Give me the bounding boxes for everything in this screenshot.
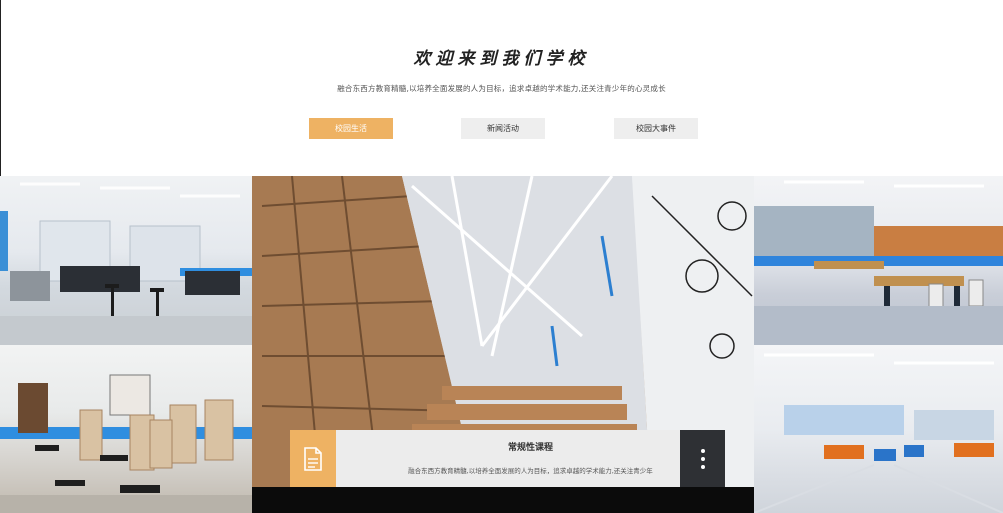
page-subtitle: 融合东西方教育精髓,以培养全面发展的人为目标，追求卓越的学术能力,还关注青少年的… xyxy=(337,84,666,93)
welcome-section: 欢迎来到我们学校 融合东西方教育精髓,以培养全面发展的人为目标，追求卓越的学术能… xyxy=(0,0,1003,176)
featured-caption-card: 常规性课程 融合东西方教育精髓,以培养全面发展的人为目标，追求卓越的学术能力,还… xyxy=(290,430,725,487)
photo-science-lab[interactable] xyxy=(0,176,252,345)
art-studio-illustration xyxy=(0,374,252,513)
classroom-illustration xyxy=(754,180,1003,345)
document-icon-glyph xyxy=(304,446,322,471)
photo-gallery: 常规性课程 融合东西方教育精髓,以培养全面发展的人为目标，追求卓越的学术能力,还… xyxy=(0,176,1003,513)
tab-campus-life[interactable]: 校园生活 xyxy=(309,118,393,139)
photo-activity-hall[interactable] xyxy=(754,345,1003,513)
page-title: 欢迎来到我们学校 xyxy=(413,49,590,69)
more-vertical-icon[interactable] xyxy=(680,430,725,487)
dot xyxy=(700,464,705,469)
document-icon xyxy=(290,430,336,487)
photo-art-studio[interactable] xyxy=(0,345,252,513)
activity-hall-illustration xyxy=(754,353,1003,513)
caption-title: 常规性课程 xyxy=(507,443,553,453)
tab-news-events[interactable]: 新闻活动 xyxy=(461,118,545,139)
caption-body: 常规性课程 融合东西方教育精髓,以培养全面发展的人为目标，追求卓越的学术能力,还… xyxy=(336,430,725,487)
tab-campus-milestones[interactable]: 校园大事件 xyxy=(614,118,698,139)
caption-description: 融合东西方教育精髓,以培养全面发展的人为目标，追求卓越的学术能力,还关注青少年 xyxy=(408,467,653,475)
photo-classroom[interactable] xyxy=(754,176,1003,345)
science-lab-illustration xyxy=(0,182,252,345)
dot xyxy=(700,456,705,461)
photo-bottom-shadow xyxy=(252,487,754,513)
dot xyxy=(700,448,705,453)
